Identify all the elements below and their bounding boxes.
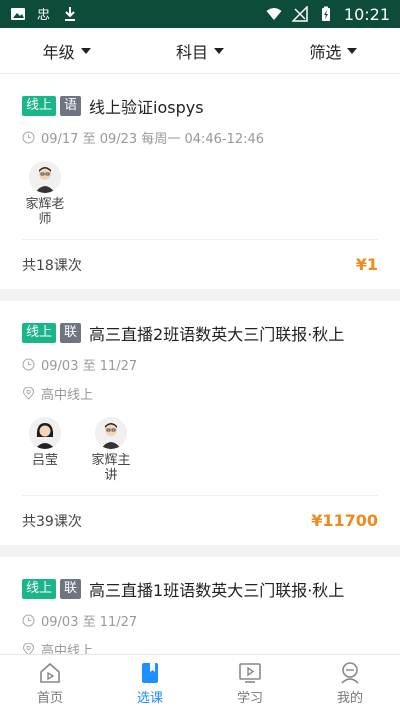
clock-icon	[22, 614, 35, 627]
home-icon	[40, 662, 60, 683]
mode-tag: 线上	[22, 323, 57, 343]
teacher[interactable]: 吕莹	[22, 417, 68, 483]
schedule-text: 09/03 至 11/27	[41, 615, 138, 630]
profile-icon	[341, 661, 359, 684]
download-icon	[65, 7, 75, 21]
location-text: 高中线上	[41, 388, 94, 403]
course-card[interactable]: 线上 联 高三直播2班语数英大三门联报·秋上 09/03 至 11/27 高中线…	[0, 301, 400, 545]
tab-study[interactable]: 学习	[200, 655, 300, 711]
course-title: 高三直播2班语数英大三门联报·秋上	[89, 325, 345, 344]
subject-tag: 联	[60, 323, 82, 343]
status-bar: 忠 10:21	[0, 0, 400, 28]
teacher-list: 吕莹 家辉主 讲	[22, 417, 378, 495]
image-icon	[11, 8, 25, 20]
teacher[interactable]: 家辉主 讲	[88, 417, 134, 483]
schedule-row: 09/17 至 09/23 每周一 04:46-12:46	[22, 128, 378, 147]
course-title: 高三直播1班语数英大三门联报·秋上	[89, 581, 345, 600]
filter-subject-label: 科目	[175, 42, 208, 62]
location-row: 高中线上	[22, 640, 378, 654]
lesson-count: 共39课次	[22, 513, 82, 530]
avatar	[29, 417, 61, 449]
avatar	[29, 161, 61, 193]
battery-charging-icon	[321, 6, 330, 21]
teacher[interactable]: 家辉老 师	[22, 161, 68, 227]
tab-profile-label: 我的	[336, 690, 363, 706]
dropdown-arrow-icon	[347, 47, 358, 54]
card-footer: 共39课次 ¥11700	[22, 495, 378, 545]
teacher-list: 家辉老 师	[22, 161, 378, 239]
tab-home[interactable]: 首页	[0, 655, 100, 711]
filter-bar: 年级 科目 筛选	[0, 28, 400, 74]
filter-subject[interactable]: 科目	[133, 39, 266, 63]
tab-course-select[interactable]: 选课	[100, 655, 200, 711]
tab-course-select-label: 选课	[136, 690, 163, 706]
schedule-text: 09/03 至 11/27	[41, 359, 138, 374]
card-footer: 共18课次 ¥1	[22, 239, 378, 289]
book-icon	[142, 662, 158, 683]
location-row: 高中线上	[22, 384, 378, 403]
course-title: 线上验证iospys	[89, 98, 204, 117]
schedule-text: 09/17 至 09/23 每周一 04:46-12:46	[41, 132, 265, 147]
price: ¥11700	[311, 511, 378, 530]
price: ¥1	[355, 255, 378, 274]
mode-tag: 线上	[22, 96, 57, 116]
tab-study-label: 学习	[236, 690, 263, 706]
teacher-name: 家辉老 师	[25, 197, 65, 227]
mode-tag: 线上	[22, 579, 57, 599]
tab-profile[interactable]: 我的	[300, 655, 400, 711]
lesson-count: 共18课次	[22, 257, 82, 274]
tab-home-label: 首页	[36, 690, 63, 706]
location-pin-icon	[22, 643, 35, 654]
bottom-tab-bar: 首页 选课 学习 我的	[0, 654, 400, 711]
filter-more-label: 筛选	[309, 42, 342, 62]
dropdown-arrow-icon	[214, 47, 224, 54]
teacher-name: 家辉主 讲	[91, 453, 131, 483]
schedule-row: 09/03 至 11/27	[22, 611, 378, 630]
dropdown-arrow-icon	[80, 47, 91, 54]
wifi-icon	[266, 8, 282, 20]
subject-tag: 联	[60, 579, 82, 599]
video-play-icon	[239, 662, 261, 683]
clock-icon	[22, 358, 35, 371]
subject-tag: 语	[60, 96, 82, 116]
svg-text:忠: 忠	[37, 8, 50, 22]
schedule-row: 09/03 至 11/27	[22, 355, 378, 374]
filter-grade-label: 年级	[42, 42, 75, 62]
clock-icon	[22, 131, 35, 144]
no-signal-icon	[291, 6, 308, 22]
course-list[interactable]: 线上 语 线上验证iospys 09/17 至 09/23 每周一 04:46-…	[0, 74, 400, 654]
filter-grade[interactable]: 年级	[0, 39, 133, 63]
course-card[interactable]: 线上 语 线上验证iospys 09/17 至 09/23 每周一 04:46-…	[0, 74, 400, 289]
course-card[interactable]: 线上 联 高三直播1班语数英大三门联报·秋上 09/03 至 11/27 高中线…	[0, 557, 400, 654]
filter-more[interactable]: 筛选	[267, 39, 400, 63]
avatar	[95, 417, 127, 449]
location-pin-icon	[22, 387, 35, 400]
teacher-name: 吕莹	[31, 453, 58, 468]
clock: 10:21	[343, 4, 390, 24]
app-notification-icon: 忠	[37, 8, 50, 22]
location-text: 高中线上	[41, 644, 94, 654]
